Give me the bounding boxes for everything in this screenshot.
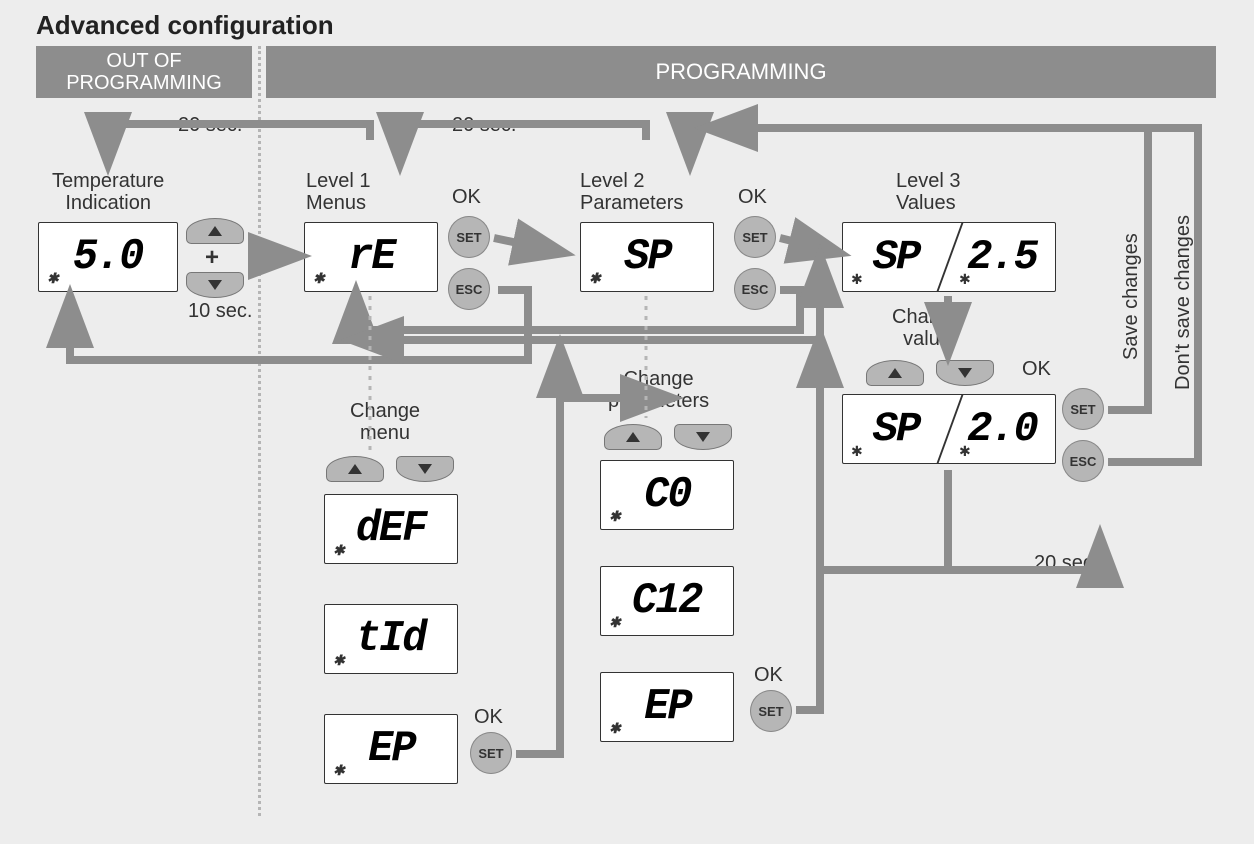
header-programming: PROGRAMMING (266, 46, 1216, 98)
separator-out-programming (258, 46, 261, 816)
esc-button-l2[interactable]: ESC (734, 268, 776, 310)
page-title: Advanced configuration (36, 10, 334, 41)
snowflake-icon: ✱ (959, 271, 971, 288)
label-level2: Level 2 Parameters (580, 170, 683, 214)
rocker-down-value[interactable] (936, 360, 994, 386)
snowflake-icon: ✱ (609, 509, 619, 526)
lcd-level3: SP 2.5 ✱ ✱ (842, 222, 1056, 292)
label-ok-l2: OK (738, 186, 767, 208)
label-change-parameters: Change parameters (608, 368, 709, 412)
lcd-menu-ep-value: EP (368, 724, 414, 774)
label-level1: Level 1 Menus (306, 170, 371, 214)
label-save-changes: Save changes (1120, 160, 1143, 360)
lcd-param-c12: C12 ✱ (600, 566, 734, 636)
lcd-level1-value: rE (348, 232, 394, 282)
lcd-menu-def: dEF ✱ (324, 494, 458, 564)
timeout-20sec-1: 20 sec. (178, 114, 242, 136)
snowflake-icon: ✱ (609, 615, 619, 632)
set-button-param[interactable]: SET (750, 690, 792, 732)
label-ok-menu: OK (474, 706, 503, 728)
label-change-menu: Change menu (350, 400, 420, 444)
esc-button-l1[interactable]: ESC (448, 268, 490, 310)
lcd-value-right: 2.0 (967, 405, 1037, 453)
label-change-value: Change value (892, 306, 962, 350)
lcd-menu-tid-value: tId (356, 614, 426, 664)
snowflake-icon: ✱ (851, 271, 863, 288)
lcd-param-c12-value: C12 (632, 576, 702, 626)
snowflake-icon: ✱ (851, 443, 863, 460)
plus-icon: + (205, 244, 219, 272)
header-out-of-programming: OUT OF PROGRAMMING (36, 46, 252, 98)
label-dont-save: Don't save changes (1172, 130, 1195, 390)
lcd-level1: rE ✱ (304, 222, 438, 292)
snowflake-icon: ✱ (609, 721, 619, 738)
snowflake-icon: ✱ (333, 763, 343, 780)
lcd-level3-left: SP (873, 233, 919, 281)
timeout-20sec-3: 20 sec. (1034, 552, 1098, 574)
set-button-value[interactable]: SET (1062, 388, 1104, 430)
lcd-param-c0-value: C0 (644, 470, 690, 520)
label-ok-param: OK (754, 664, 783, 686)
lcd-menu-ep: EP ✱ (324, 714, 458, 784)
rocker-down-menu[interactable] (396, 456, 454, 482)
lcd-value-edit: SP 2.0 ✱ ✱ (842, 394, 1056, 464)
snowflake-icon: ✱ (313, 271, 323, 288)
rocker-down-param[interactable] (674, 424, 732, 450)
lcd-level2: SP ✱ (580, 222, 714, 292)
lcd-temperature: 5.0 ✱ (38, 222, 178, 292)
label-level3: Level 3 Values (896, 170, 961, 214)
lcd-menu-def-value: dEF (356, 504, 426, 554)
lcd-menu-tid: tId ✱ (324, 604, 458, 674)
rocker-up-temp[interactable] (186, 218, 244, 244)
lcd-temperature-value: 5.0 (73, 232, 143, 282)
snowflake-icon: ✱ (47, 271, 57, 288)
lcd-param-ep-value: EP (644, 682, 690, 732)
snowflake-icon: ✱ (589, 271, 599, 288)
rocker-up-value[interactable] (866, 360, 924, 386)
set-button-l2[interactable]: SET (734, 216, 776, 258)
lcd-level3-right: 2.5 (967, 233, 1037, 281)
label-ok-value: OK (1022, 358, 1051, 380)
set-button-l1[interactable]: SET (448, 216, 490, 258)
lcd-level2-value: SP (624, 232, 670, 282)
lcd-param-c0: C0 ✱ (600, 460, 734, 530)
label-temperature: Temperature Indication (52, 170, 164, 214)
rocker-up-menu[interactable] (326, 456, 384, 482)
lcd-param-ep: EP ✱ (600, 672, 734, 742)
lcd-value-left: SP (873, 405, 919, 453)
timeout-10sec: 10 sec. (188, 300, 252, 322)
rocker-up-param[interactable] (604, 424, 662, 450)
snowflake-icon: ✱ (333, 653, 343, 670)
timeout-20sec-2: 20 sec. (452, 114, 516, 136)
rocker-down-temp[interactable] (186, 272, 244, 298)
set-button-menu[interactable]: SET (470, 732, 512, 774)
esc-button-value[interactable]: ESC (1062, 440, 1104, 482)
snowflake-icon: ✱ (959, 443, 971, 460)
label-ok-l1: OK (452, 186, 481, 208)
snowflake-icon: ✱ (333, 543, 343, 560)
